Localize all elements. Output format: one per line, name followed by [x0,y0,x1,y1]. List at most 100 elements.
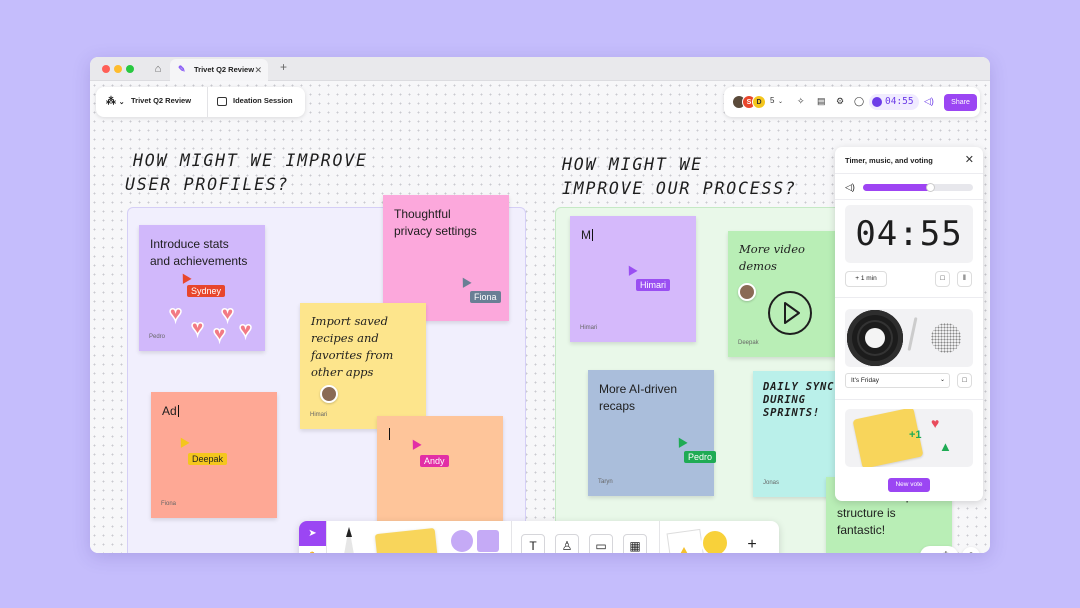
sticky-text: Thoughtful privacy settings [394,206,477,240]
layout-icon[interactable]: ▤ [817,96,826,107]
stop-music-icon[interactable]: □ [957,373,972,388]
sparkle-icon[interactable]: ✧ [797,96,805,107]
home-icon[interactable]: ⌂ [150,61,166,77]
circle-shape-tool[interactable] [451,530,473,552]
new-vote-button[interactable]: New vote [888,478,930,492]
sticky-line: favorites from [311,348,394,362]
chevron-down-icon: ⌄ [939,377,945,383]
share-button[interactable]: Share [944,94,977,111]
sticky-note[interactable]: Import saved recipes and favorites from … [300,303,426,429]
sticky-line: demos [739,259,777,273]
sticky-line: Import saved [311,314,388,328]
cursor-icon[interactable]: ➤ [299,521,326,546]
avatar[interactable]: D [752,95,766,109]
sticky-author: Pedro [149,334,166,340]
sticky-line: and achievements [150,254,248,268]
sticky-note[interactable]: More AI-driven recaps Taryn [588,370,714,496]
heading-line: HOW MIGHT WE [562,155,703,174]
hand-icon[interactable]: ✋ [299,546,326,553]
pause-icon[interactable]: ‖ [957,271,972,287]
record-label [865,328,885,348]
sticky-line: recaps [599,399,636,413]
sticky-text: Introduce stats and achievements [150,236,247,270]
chevron-down-icon[interactable]: ⌄ [778,98,783,105]
stamp-tool-icon[interactable]: ♙ [555,534,579,553]
figjam-menu-icon[interactable]: ⁂ ⌄ [106,96,125,107]
sticky-line: Thoughtful [394,207,451,221]
timer-icon [872,97,882,107]
table-tool-icon[interactable]: ▦ [623,534,647,553]
cursor-label: Deepak [188,453,228,465]
sticky-line: recipes and [311,331,379,345]
text-caret [592,229,593,241]
plus-icon[interactable]: + [280,60,287,74]
emoji-sticker-icon [701,529,729,553]
avatar [320,385,338,403]
stop-icon[interactable]: □ [935,271,950,287]
divider [835,399,983,400]
session-name[interactable]: Ideation Session [233,96,293,105]
tab-board[interactable]: ✎ Trivet Q2 Review ✕ [170,59,268,81]
comment-icon[interactable]: ◯ [854,96,864,107]
heart-icon: ♥ [220,300,235,327]
collab-toolbar: S D 5 ⌄ ✧ ▤ ⚙ ◯ 04:55 ◁) Share [724,87,980,117]
sticky-text: Import saved recipes and favorites from … [311,313,393,381]
whiteboard-canvas[interactable]: ⁂ ⌄ Trivet Q2 Review Ideation Session S … [90,81,990,553]
timer-countdown: 04:55 [855,214,963,254]
voting-illustration: ♥ +1 ▲ [845,409,973,467]
app-window: ⌂ ✎ Trivet Q2 Review ✕ + ⁂ ⌄ Trivet Q2 R… [90,57,990,553]
plus-icon[interactable]: + [740,534,764,553]
maximize-window-button[interactable] [126,65,134,73]
volume-icon[interactable]: ◁) [924,96,934,107]
stickers-tool[interactable] [666,527,731,553]
sticky-author: Fiona [161,501,177,507]
sticky-text: M [581,227,593,244]
text-tool-icon[interactable]: T [521,534,545,553]
heart-icon: ♥ [190,314,205,341]
sticky-note[interactable]: More video demos Deepak [728,231,845,357]
volume-slider[interactable] [863,183,973,192]
speaker-icon [931,323,961,353]
sticky-line: Ad [162,404,177,418]
square-shape-tool[interactable] [477,530,499,552]
add-minute-button[interactable]: + 1 min [845,271,887,287]
sticky-line: structure is [837,506,896,520]
help-icon[interactable]: ? [962,547,980,553]
collaborator-count[interactable]: 5 [770,96,774,105]
divider [511,521,512,553]
volume-slider-handle[interactable] [926,183,936,192]
timer-display: 04:55 [885,96,914,107]
divider [326,521,327,553]
warning-sticker-icon [673,547,695,553]
divider [835,173,983,174]
sticky-line: fantastic! [837,523,886,537]
sticky-line: M [581,228,591,242]
board-name[interactable]: Trivet Q2 Review [131,96,191,105]
avatar [738,283,756,301]
widget-icon[interactable]: ⚙ [836,96,844,107]
section-heading-right: HOW MIGHT WE IMPROVE OUR PROCESS? [562,153,797,201]
volume-icon[interactable]: ◁) [845,182,855,193]
sticky-text: DAILY SYNC DURING SPRINTS! [763,381,834,420]
sticky-line: More AI-driven [599,382,678,396]
close-icon[interactable]: ✕ [254,59,262,81]
sticky-note[interactable]: M Himari [570,216,696,342]
text-caret [389,428,390,440]
board-menu: ⁂ ⌄ Trivet Q2 Review Ideation Session [96,87,305,117]
sticky-note-tool[interactable] [374,527,440,553]
plus-one-icon: +1 [909,429,922,441]
close-icon[interactable]: ✕ [965,153,974,166]
song-select[interactable]: It's Friday ⌄ [845,373,950,388]
creation-toolbar: ➤ ✋ ↱ T ♙ ▭ ▦ + [299,521,779,553]
music-player [845,309,973,367]
sticky-text: More AI-driven recaps [599,381,677,415]
close-window-button[interactable] [102,65,110,73]
timer-chip[interactable]: 04:55 [869,94,919,110]
heading-line: IMPROVE OUR PROCESS? [562,179,797,198]
tab-bar: ⌂ ✎ Trivet Q2 Review ✕ + [90,57,990,81]
section-tool-icon[interactable]: ▭ [589,534,613,553]
sticky-author: Taryn [598,479,613,485]
zoom-in-icon[interactable]: + [943,549,949,553]
zoom-out-icon[interactable]: − [927,549,933,553]
minimize-window-button[interactable] [114,65,122,73]
